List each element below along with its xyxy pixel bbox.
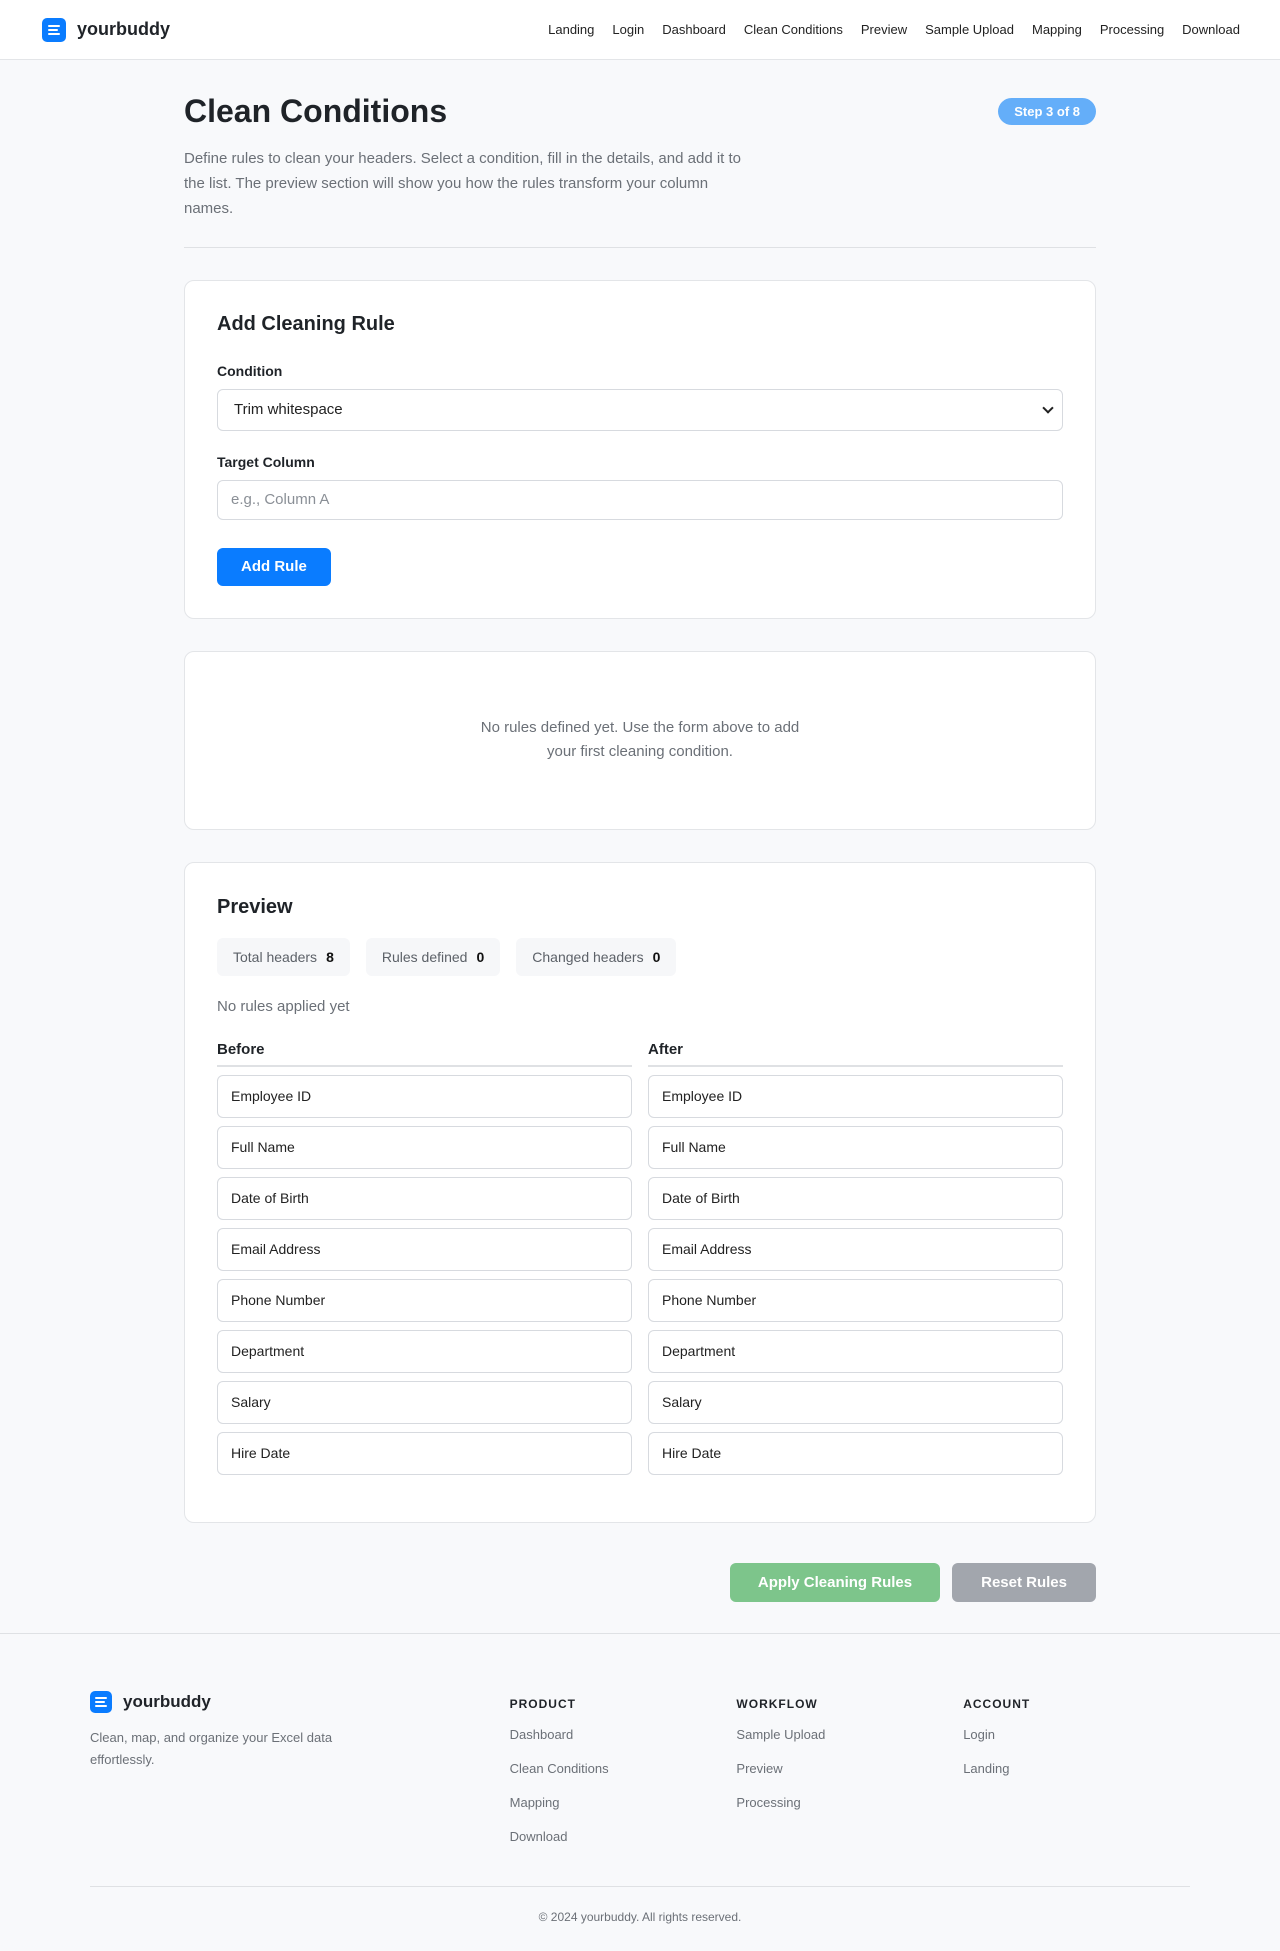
footer-col-workflow: WORKFLOW Sample Upload Preview Processin… <box>736 1691 963 1844</box>
footer-link-sample-upload[interactable]: Sample Upload <box>736 1727 963 1742</box>
header-item: Employee ID <box>217 1074 632 1118</box>
footer-link-landing[interactable]: Landing <box>963 1761 1190 1776</box>
header-item: Hire Date <box>217 1431 632 1475</box>
action-bar: Apply Cleaning Rules Reset Rules <box>184 1562 1096 1602</box>
header-item: Department <box>217 1329 632 1373</box>
header-item: Full Name <box>648 1125 1063 1169</box>
logo-icon <box>42 17 66 42</box>
footer-link-processing[interactable]: Processing <box>736 1795 963 1810</box>
header-item: Employee ID <box>648 1074 1063 1118</box>
header-item: Full Name <box>217 1125 632 1169</box>
condition-select-value: Trim whitespace <box>234 401 343 419</box>
page-title: Clean Conditions <box>184 93 448 129</box>
nav-landing[interactable]: Landing <box>548 22 594 37</box>
add-rule-button[interactable]: Add Rule <box>217 547 331 586</box>
header-item: Phone Number <box>648 1278 1063 1322</box>
preview-title: Preview <box>217 895 293 918</box>
footer-col-title: ACCOUNT <box>963 1696 1031 1711</box>
nav-dashboard[interactable]: Dashboard <box>662 22 726 37</box>
nav-clean-conditions[interactable]: Clean Conditions <box>744 22 843 37</box>
preview-status: No rules applied yet <box>217 997 350 1015</box>
footer-brand-name: yourbuddy <box>123 1691 211 1711</box>
logo-icon <box>90 1690 112 1713</box>
target-column-input[interactable] <box>217 479 1063 520</box>
header-item: Phone Number <box>217 1278 632 1322</box>
footer-link-preview[interactable]: Preview <box>736 1761 963 1776</box>
target-column-label: Target Column <box>217 453 315 470</box>
header-item: Hire Date <box>648 1431 1063 1475</box>
header-item: Salary <box>648 1380 1063 1424</box>
nav-download[interactable]: Download <box>1182 22 1240 37</box>
nav-processing[interactable]: Processing <box>1100 22 1164 37</box>
apply-rules-button[interactable]: Apply Cleaning Rules <box>729 1562 941 1602</box>
stat-label: Total headers <box>233 948 318 965</box>
footer-col-title: WORKFLOW <box>736 1696 818 1711</box>
stat-label: Rules defined <box>381 948 468 965</box>
rules-list-card: No rules defined yet. Use the form above… <box>184 650 1096 830</box>
before-heading: Before <box>217 1041 632 1067</box>
stat-label: Changed headers <box>532 948 644 965</box>
stat-value: 0 <box>476 948 485 965</box>
main-nav: Landing Login Dashboard Clean Conditions… <box>548 22 1240 37</box>
after-heading: After <box>648 1041 1063 1067</box>
nav-mapping[interactable]: Mapping <box>1032 22 1082 37</box>
footer-brand: yourbuddy Clean, map, and organize your … <box>90 1690 510 1844</box>
header-item: Date of Birth <box>648 1176 1063 1220</box>
footer-col-title: PRODUCT <box>509 1696 576 1711</box>
header-item: Email Address <box>217 1227 632 1271</box>
chevron-down-icon <box>1042 402 1054 414</box>
stat-total-headers: Total headers 8 <box>217 937 350 976</box>
copyright: © 2024 yourbuddy. All rights reserved. <box>538 1909 742 1924</box>
step-badge: Step 3 of 8 <box>998 98 1096 125</box>
condition-label: Condition <box>217 362 283 379</box>
stat-value: 0 <box>652 948 661 965</box>
top-navbar: yourbuddy Landing Login Dashboard Clean … <box>0 0 1280 60</box>
nav-login[interactable]: Login <box>612 22 644 37</box>
stat-changed-headers: Changed headers 0 <box>516 937 677 976</box>
footer-col-product: PRODUCT Dashboard Clean Conditions Mappi… <box>510 1691 737 1844</box>
header-divider <box>184 246 1096 248</box>
header-item: Department <box>648 1329 1063 1373</box>
footer-link-download[interactable]: Download <box>510 1829 737 1844</box>
before-column: Before Employee ID Full Name Date of Bir… <box>217 1041 632 1475</box>
nav-sample-upload[interactable]: Sample Upload <box>925 22 1014 37</box>
footer-link-mapping[interactable]: Mapping <box>510 1795 737 1810</box>
footer: yourbuddy Clean, map, and organize your … <box>0 1632 1280 1951</box>
footer-brand-row: yourbuddy <box>90 1690 510 1713</box>
footer-tagline: Clean, map, and organize your Excel data… <box>90 1729 333 1767</box>
header-item: Date of Birth <box>217 1176 632 1220</box>
condition-select[interactable]: Trim whitespace <box>217 388 1063 431</box>
preview-card: Preview Total headers 8 Rules defined 0 … <box>184 861 1096 1523</box>
footer-link-login[interactable]: Login <box>963 1727 1190 1742</box>
preview-stats: Total headers 8 Rules defined 0 Changed … <box>217 937 1063 976</box>
footer-col-account: ACCOUNT Login Landing <box>963 1691 1190 1844</box>
main-content: Clean Conditions Define rules to clean y… <box>184 60 1096 1602</box>
after-list: Employee ID Full Name Date of Birth Emai… <box>648 1074 1063 1475</box>
header-item: Salary <box>217 1380 632 1424</box>
before-list: Employee ID Full Name Date of Birth Emai… <box>217 1074 632 1475</box>
footer-link-dashboard[interactable]: Dashboard <box>510 1727 737 1742</box>
add-rule-title: Add Cleaning Rule <box>217 312 395 335</box>
after-column: After Employee ID Full Name Date of Birt… <box>648 1041 1063 1475</box>
preview-columns: Before Employee ID Full Name Date of Bir… <box>217 1041 1063 1475</box>
brand[interactable]: yourbuddy <box>42 17 170 42</box>
reset-rules-button[interactable]: Reset Rules <box>952 1562 1096 1602</box>
footer-link-clean-conditions[interactable]: Clean Conditions <box>510 1761 737 1776</box>
nav-preview[interactable]: Preview <box>861 22 907 37</box>
stat-rules-defined: Rules defined 0 <box>365 937 501 976</box>
stat-value: 8 <box>326 948 334 965</box>
brand-name: yourbuddy <box>77 19 170 39</box>
page-description: Define rules to clean your headers. Sele… <box>184 149 741 217</box>
add-rule-card: Add Cleaning Rule Condition Trim whitesp… <box>184 279 1096 619</box>
empty-rules-message: No rules defined yet. Use the form above… <box>480 719 800 761</box>
header-item: Email Address <box>648 1227 1063 1271</box>
page-header: Clean Conditions Define rules to clean y… <box>184 93 1096 221</box>
